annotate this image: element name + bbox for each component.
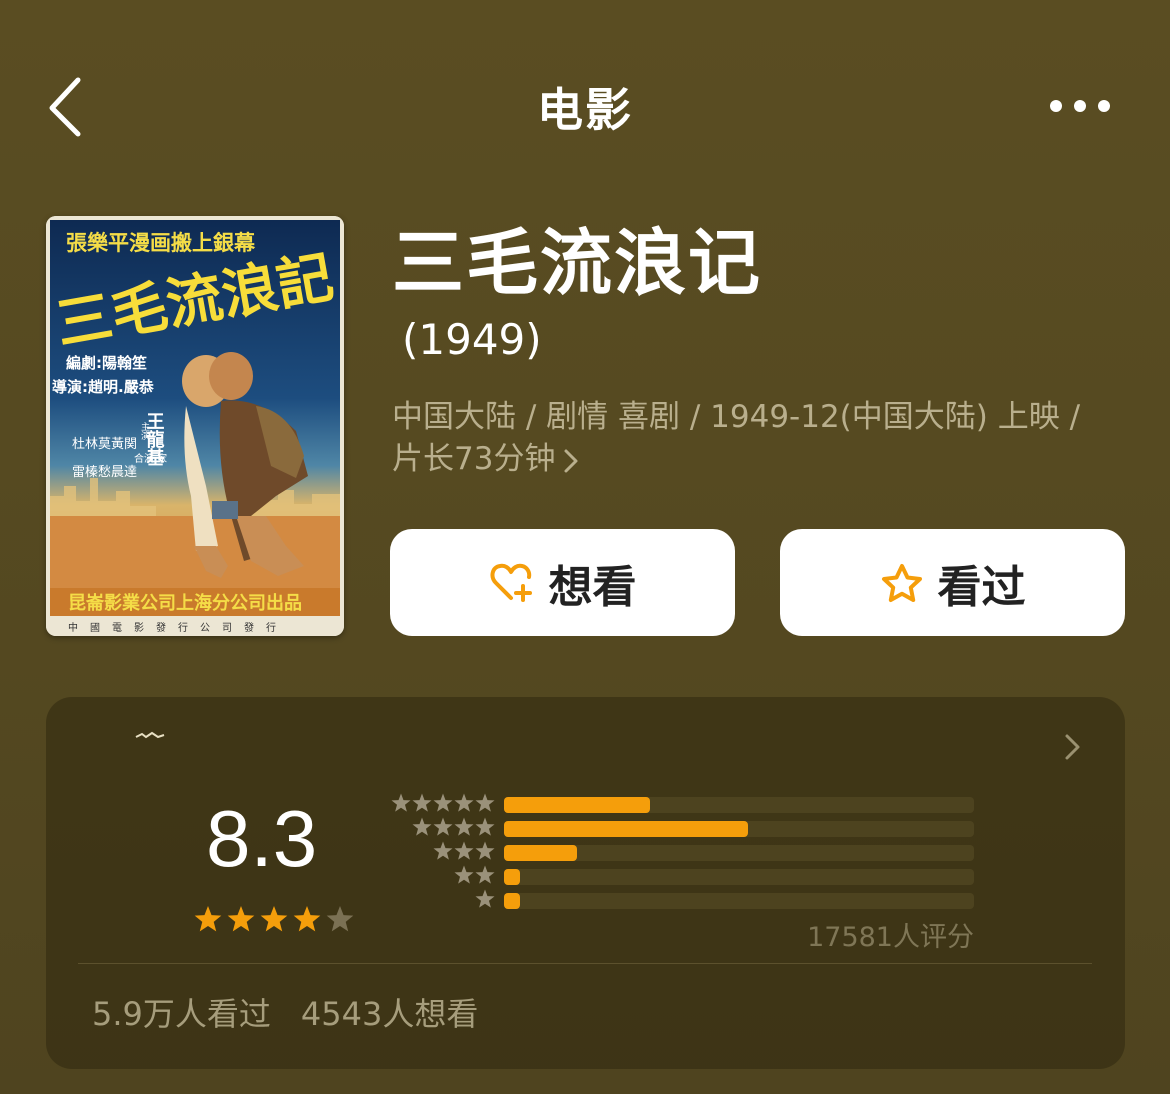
distribution-track <box>504 797 974 813</box>
rating-star <box>227 906 255 932</box>
chevron-right-icon <box>564 449 578 472</box>
rating-count: 17581人评分 <box>807 922 974 953</box>
movie-meta-line1: 中国大陆 / 剧情 喜剧 / 1949-12(中国大陆) 上映 / <box>392 399 1081 435</box>
distribution-track <box>504 845 974 861</box>
distribution-bar <box>504 845 577 861</box>
poster-cast-line1: 杜林莫黃関 <box>72 437 137 452</box>
watched-button[interactable]: 看过 <box>780 529 1125 636</box>
distribution-row <box>376 817 986 841</box>
poster-distributor-line: 中國電影發行公司發行 <box>68 621 288 634</box>
distribution-bar <box>504 821 749 837</box>
watched-label: 看过 <box>937 561 1026 613</box>
more-dots-icon <box>1050 100 1110 112</box>
movie-year: (1949) <box>402 315 542 364</box>
rating-distribution <box>376 793 986 923</box>
movie-poster[interactable]: 張樂平漫画搬上銀幕 三毛流浪記 編劇:陽翰笙 導演:趙明.嚴恭 主演 王龍基 杜… <box>46 216 344 636</box>
poster-artwork: 張樂平漫画搬上銀幕 三毛流浪記 編劇:陽翰笙 導演:趙明.嚴恭 主演 王龍基 杜… <box>46 216 344 636</box>
movie-title: 三毛流浪记 <box>392 221 763 305</box>
rating-stars <box>194 906 354 932</box>
poster-credits-writer: 編劇:陽翰笙 <box>66 354 147 372</box>
distribution-track <box>504 821 974 837</box>
distribution-bar <box>504 869 521 885</box>
poster-studio-line: 昆崙影業公司上海分公司出品 <box>68 592 302 614</box>
distribution-track <box>504 893 974 909</box>
more-button[interactable] <box>1040 92 1120 122</box>
rating-panel[interactable]: 8.3 17581人评分 5.9万人看过 4543人想看 <box>46 697 1125 1069</box>
rating-star <box>260 906 288 932</box>
distribution-row <box>376 793 986 817</box>
rating-score: 8.3 <box>206 794 318 883</box>
distribution-row <box>376 865 986 889</box>
distribution-stars-icon <box>391 793 495 812</box>
divider <box>78 963 1092 964</box>
top-nav-bar: 电影 <box>0 0 1170 210</box>
rating-star <box>326 906 354 932</box>
brand-mark-icon <box>135 731 165 739</box>
page-title: 电影 <box>537 83 633 137</box>
star-outline-icon <box>881 563 922 602</box>
chevron-right-icon[interactable] <box>1063 732 1083 762</box>
poster-banner-text: 張樂平漫画搬上銀幕 <box>66 231 256 255</box>
poster-cast-line2: 雷榛愁晨達 <box>72 465 137 480</box>
rating-star <box>293 906 321 932</box>
poster-credits-director: 導演:趙明.嚴恭 <box>52 378 155 396</box>
distribution-row <box>376 841 986 865</box>
movie-meta-line2-wrap: 片长73分钟 <box>392 438 1132 480</box>
distribution-stars-icon <box>475 889 495 908</box>
movie-meta-line2: 片长73分钟 <box>392 441 556 477</box>
panel-footer: 5.9万人看过 4543人想看 <box>92 989 478 1035</box>
poster-cast-mid: 合演 家 <box>134 452 167 465</box>
distribution-stars-icon <box>454 865 495 884</box>
rating-star <box>194 906 222 932</box>
distribution-track <box>504 869 974 885</box>
distribution-row <box>376 889 986 913</box>
heart-plus-icon <box>490 563 532 602</box>
want-to-watch-button[interactable]: 想看 <box>390 529 735 636</box>
distribution-stars-icon <box>412 817 495 836</box>
movie-meta[interactable]: 中国大陆 / 剧情 喜剧 / 1949-12(中国大陆) 上映 / 片长73分钟 <box>392 396 1132 480</box>
want-to-watch-label: 想看 <box>548 561 637 613</box>
seen-count[interactable]: 5.9万人看过 <box>92 995 271 1033</box>
distribution-bar <box>504 893 521 909</box>
want-count[interactable]: 4543人想看 <box>301 995 478 1033</box>
distribution-stars-icon <box>433 841 495 860</box>
distribution-bar <box>504 797 650 813</box>
